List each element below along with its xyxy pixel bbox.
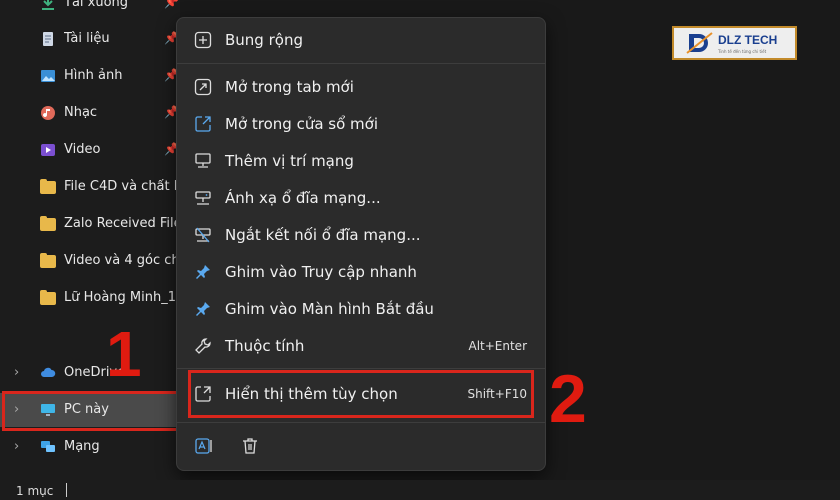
nav-item-video[interactable]: Video 📌: [0, 133, 180, 167]
menu-item-pin-quick-access[interactable]: Ghim vào Truy cập nhanh: [177, 255, 545, 289]
delete-icon[interactable]: [240, 436, 260, 456]
menu-action-bar: [177, 428, 545, 464]
nav-item-label: Nhạc: [64, 105, 98, 120]
pin-icon: [196, 265, 210, 279]
menu-item-label: Ngắt kết nối ổ đĩa mạng...: [225, 226, 421, 244]
folder-icon: [40, 253, 56, 268]
menu-item-label: Ghim vào Màn hình Bắt đầu: [225, 300, 434, 318]
nav-item-label: Lữ Hoàng Minh_19: [64, 290, 180, 305]
step-number-2: 2: [549, 361, 587, 437]
nav-item-documents[interactable]: Tài liệu 📌: [0, 22, 180, 56]
pin-icon: 📌: [164, 142, 179, 156]
expand-icon: [194, 31, 212, 49]
nav-item-label: Tải xuống: [64, 0, 129, 10]
nav-item-label: Mạng: [64, 439, 100, 454]
menu-divider: [177, 368, 545, 369]
chevron-right-icon[interactable]: ›: [14, 365, 19, 380]
monitor-network-icon: [195, 153, 211, 168]
nav-item-label: Hình ảnh: [64, 68, 123, 83]
pictures-icon: [41, 70, 55, 82]
nav-item-pictures[interactable]: Hình ảnh 📌: [0, 59, 180, 93]
menu-item-open-new-window[interactable]: Mở trong cửa sổ mới: [177, 107, 545, 141]
cloud-icon: [41, 367, 56, 377]
item-count: 1 mục: [16, 484, 54, 498]
menu-item-properties[interactable]: Thuộc tính Alt+Enter: [177, 329, 545, 363]
folder-icon: [40, 179, 56, 194]
menu-item-label: Ghim vào Truy cập nhanh: [225, 263, 417, 281]
open-new-window-icon: [195, 116, 211, 132]
nav-item-folder[interactable]: Lữ Hoàng Minh_19: [0, 281, 180, 315]
menu-item-label: Bung rộng: [225, 31, 303, 49]
menu-item-add-network-location[interactable]: Thêm vị trí mạng: [177, 144, 545, 178]
menu-item-expand[interactable]: Bung rộng: [177, 23, 545, 57]
menu-item-map-network-drive[interactable]: Ánh xạ ổ đĩa mạng...: [177, 181, 545, 215]
menu-item-pin-start[interactable]: Ghim vào Màn hình Bắt đầu: [177, 292, 545, 326]
nav-item-network[interactable]: › Mạng: [0, 430, 180, 464]
menu-item-label: Thuộc tính: [225, 337, 305, 355]
music-icon: [41, 106, 55, 120]
nav-item-label: Tài liệu: [64, 31, 110, 46]
pin-icon: [196, 302, 210, 316]
pin-icon: 📌: [164, 0, 179, 9]
video-icon: [41, 144, 55, 156]
download-icon: [42, 0, 54, 10]
nav-item-folder[interactable]: Video và 4 góc chụp: [0, 244, 180, 278]
step-number-1: 1: [106, 318, 142, 390]
nav-item-onedrive[interactable]: › OneDrive: [0, 356, 180, 390]
network-drive-icon: [195, 191, 211, 205]
logo-text: DLZ TECH: [718, 33, 778, 47]
disconnect-drive-icon: [195, 227, 211, 243]
nav-item-folder[interactable]: File C4D và chất liệu: [0, 170, 180, 204]
status-divider: [66, 483, 67, 497]
shortcut-label: Alt+Enter: [468, 339, 527, 353]
menu-item-label: Thêm vị trí mạng: [225, 152, 354, 170]
nav-item-music[interactable]: Nhạc 📌: [0, 96, 180, 130]
highlight-show-more-options: [188, 370, 534, 418]
nav-item-label: Video: [64, 142, 101, 157]
pin-icon: 📌: [164, 105, 179, 119]
menu-item-disconnect-network-drive[interactable]: Ngắt kết nối ổ đĩa mạng...: [177, 218, 545, 252]
document-icon: [43, 32, 53, 46]
nav-item-downloads[interactable]: Tải xuống 📌: [0, 0, 180, 20]
wrench-icon: [195, 338, 211, 354]
menu-item-label: Mở trong cửa sổ mới: [225, 115, 379, 133]
pin-icon: 📌: [164, 68, 179, 82]
nav-item-folder[interactable]: Zalo Received Files: [0, 207, 180, 241]
menu-divider: [177, 63, 545, 64]
highlight-this-pc: [2, 391, 179, 431]
rename-icon[interactable]: [194, 436, 214, 456]
open-new-tab-icon: [194, 78, 212, 96]
nav-item-label: Zalo Received Files: [64, 216, 180, 231]
status-bar: 1 mục: [0, 480, 840, 500]
logo-tagline: Tinh tế đến từng chi tiết: [718, 49, 767, 54]
menu-item-label: Mở trong tab mới: [225, 78, 354, 96]
folder-icon: [40, 216, 56, 231]
nav-item-label: Video và 4 góc chụp: [64, 253, 180, 268]
folder-icon: [40, 290, 56, 305]
menu-divider: [177, 422, 545, 423]
menu-item-label: Ánh xạ ổ đĩa mạng...: [225, 189, 381, 207]
brand-logo: DLZ TECH Tinh tế đến từng chi tiết: [672, 26, 797, 60]
chevron-right-icon[interactable]: ›: [14, 439, 19, 454]
nav-item-label: File C4D và chất liệu: [64, 179, 180, 194]
menu-item-open-new-tab[interactable]: Mở trong tab mới: [177, 70, 545, 104]
pin-icon: 📌: [164, 31, 179, 45]
logo-mark-icon: [686, 32, 713, 54]
network-icon: [41, 441, 55, 452]
